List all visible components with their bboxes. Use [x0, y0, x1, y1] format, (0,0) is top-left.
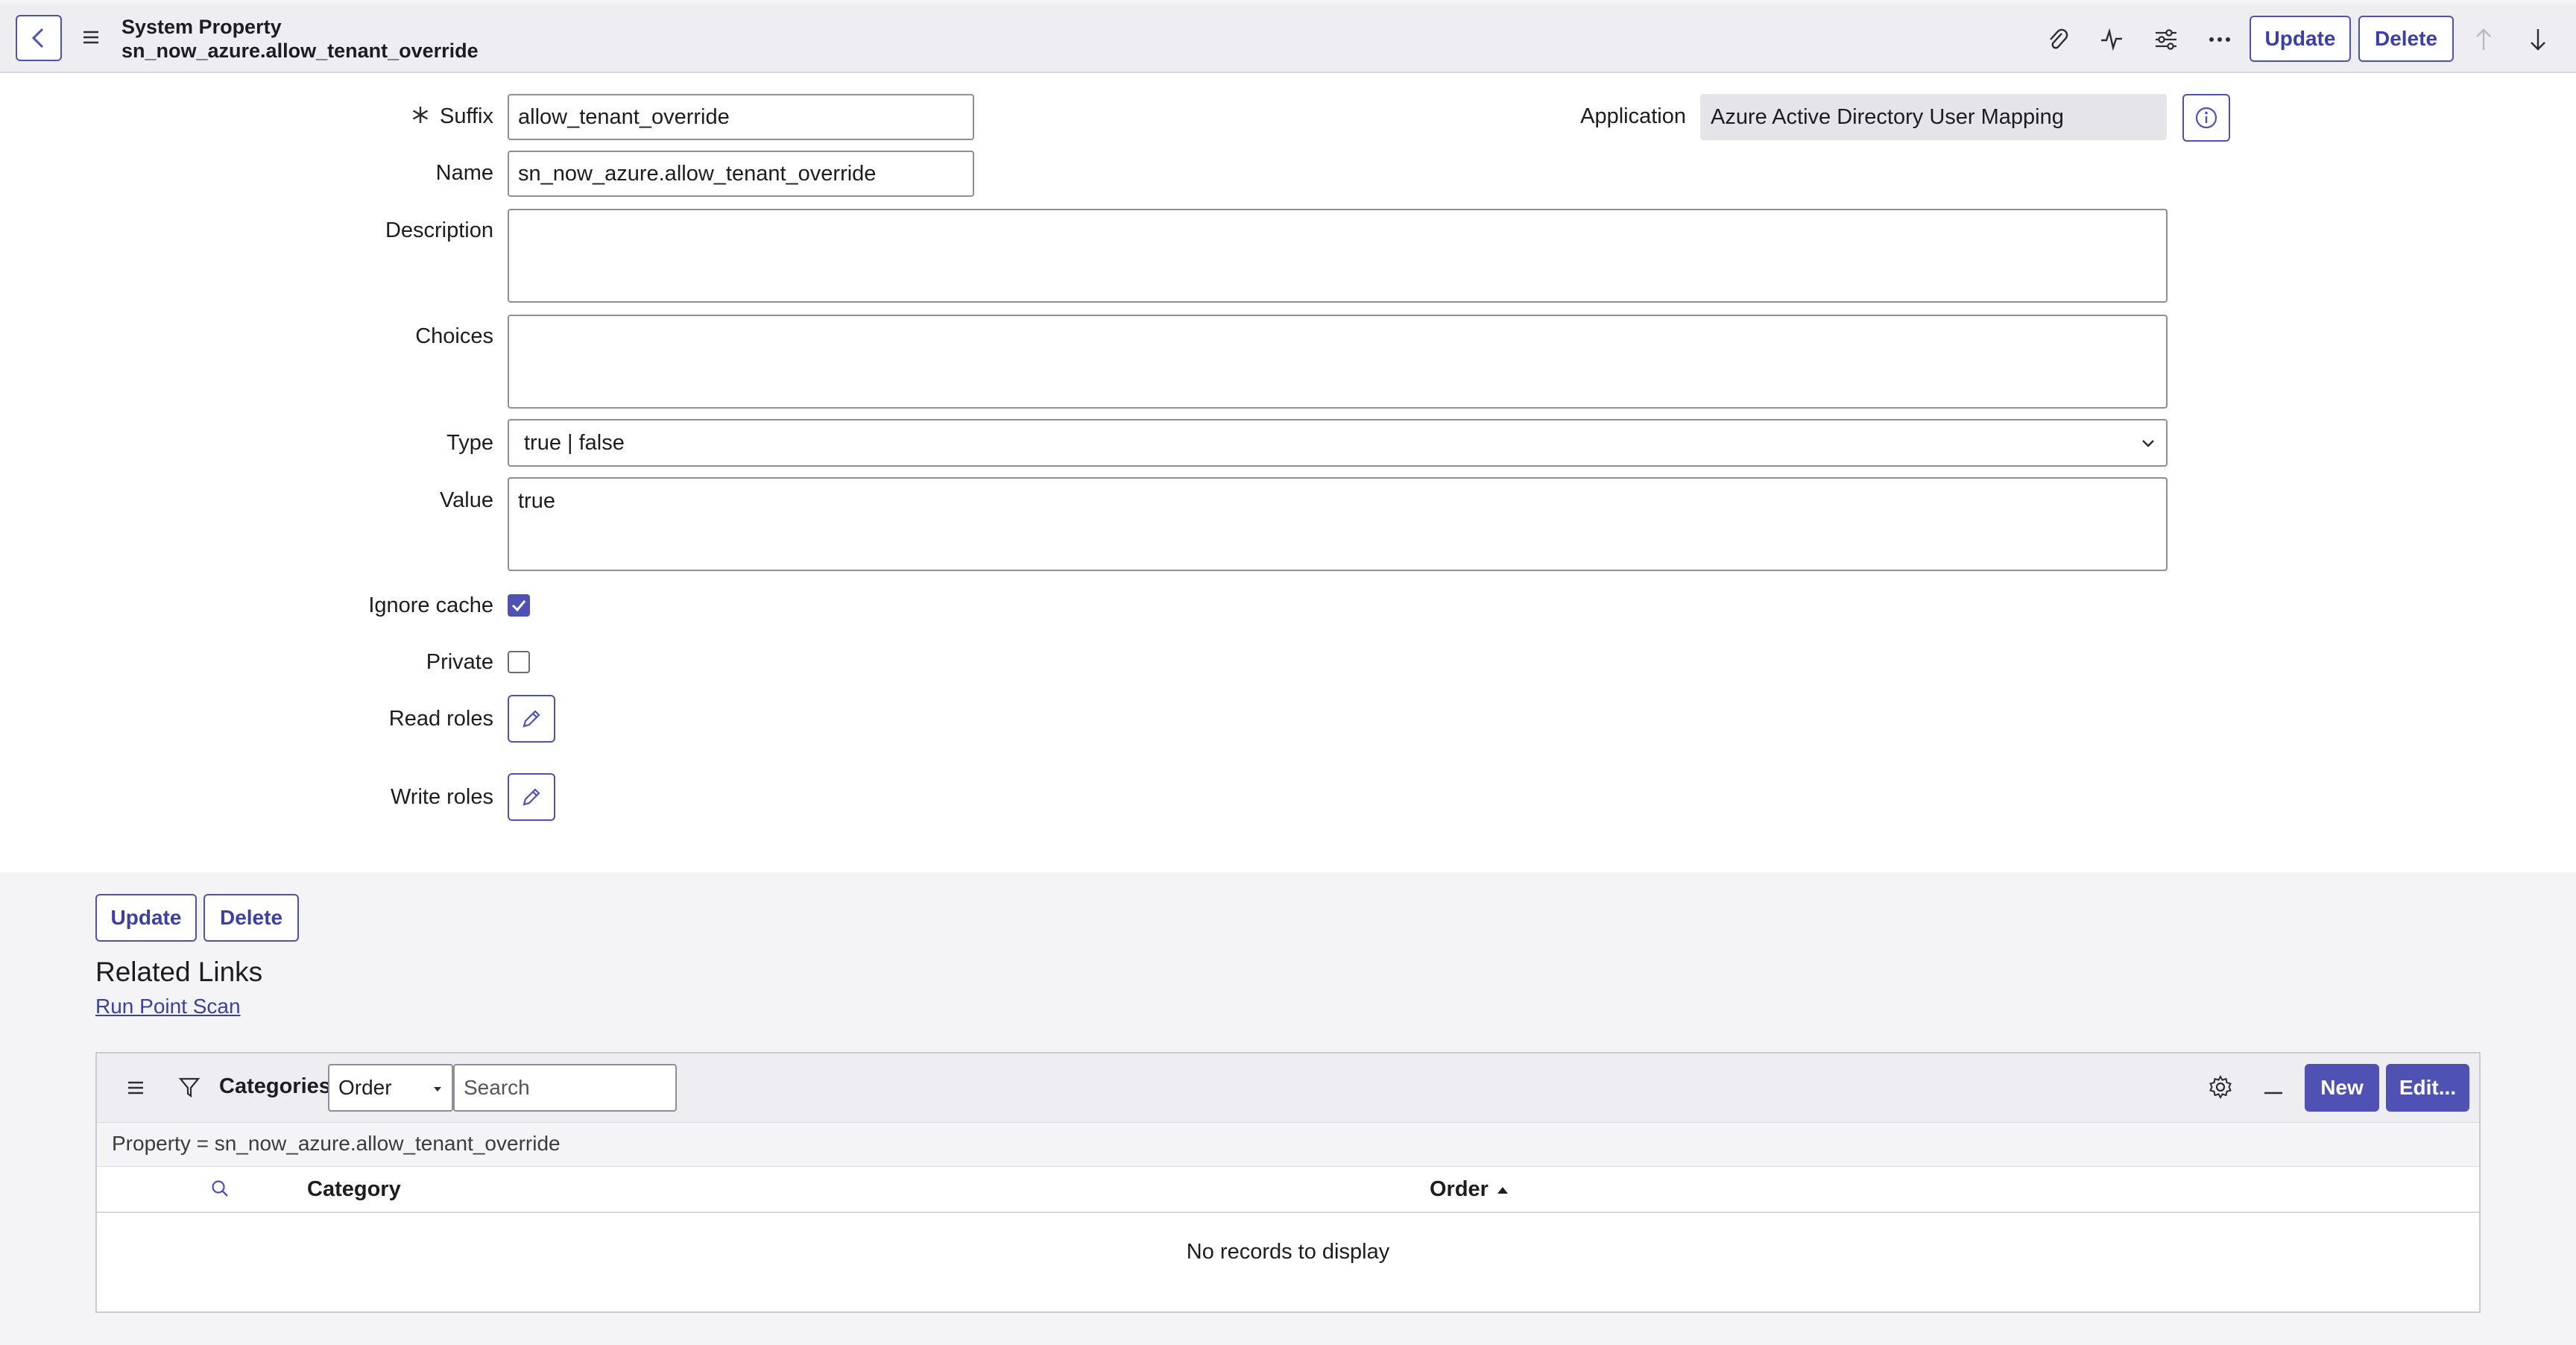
- application-label: Application: [1580, 104, 1686, 128]
- value-label: Value: [439, 488, 493, 512]
- order-header-label: Order: [1430, 1177, 1489, 1201]
- form-header: System Property sn_now_azure.allow_tenan…: [0, 4, 2576, 73]
- update-button[interactable]: Update: [2250, 16, 2351, 62]
- form-body: Suffix allow_tenant_override Application…: [0, 73, 2576, 872]
- column-header-order[interactable]: Order: [1430, 1177, 1509, 1202]
- collapse-icon[interactable]: [2263, 1086, 2284, 1099]
- pencil-icon: [523, 788, 540, 806]
- private-checkbox[interactable]: [508, 651, 530, 673]
- type-selected-value: true | false: [524, 430, 625, 455]
- application-field: Azure Active Directory User Mapping: [1700, 94, 2167, 140]
- page-title: System Property: [121, 16, 282, 38]
- hamburger-menu-icon[interactable]: [82, 30, 100, 48]
- ignore-cache-checkbox[interactable]: [508, 594, 530, 617]
- name-input[interactable]: sn_now_azure.allow_tenant_override: [508, 151, 974, 197]
- back-button[interactable]: [16, 15, 62, 61]
- list-menu-icon[interactable]: [127, 1080, 145, 1099]
- private-label: Private: [426, 650, 493, 674]
- pencil-icon: [523, 710, 540, 728]
- edit-button[interactable]: Edit...: [2386, 1064, 2469, 1112]
- related-links-title: Related Links: [95, 957, 263, 987]
- chevron-left-icon: [31, 28, 44, 48]
- column-header-category[interactable]: Category: [307, 1177, 401, 1202]
- value-textarea[interactable]: true: [508, 477, 2168, 571]
- filter-condition-text[interactable]: Property = sn_now_azure.allow_tenant_ove…: [112, 1132, 561, 1156]
- new-button[interactable]: New: [2305, 1064, 2379, 1112]
- list-header-row: Category Order: [97, 1167, 2479, 1213]
- filter-icon[interactable]: [178, 1076, 201, 1102]
- application-info-button[interactable]: [2182, 94, 2230, 142]
- column-search-icon[interactable]: [210, 1179, 230, 1202]
- list-filter-breadcrumb: Property = sn_now_azure.allow_tenant_ove…: [97, 1122, 2479, 1167]
- bottom-delete-button[interactable]: Delete: [203, 894, 299, 942]
- record-name: sn_now_azure.allow_tenant_override: [121, 40, 479, 62]
- gear-icon[interactable]: [2208, 1074, 2233, 1103]
- read-roles-label: Read roles: [388, 707, 493, 731]
- empty-list-message: No records to display: [1186, 1240, 1390, 1264]
- list-title: Categories: [219, 1074, 331, 1098]
- list-search-input[interactable]: Search: [453, 1064, 677, 1112]
- write-roles-edit-button[interactable]: [508, 773, 555, 821]
- type-label: Type: [446, 431, 493, 455]
- settings-sliders-icon[interactable]: [2153, 27, 2179, 52]
- name-label: Name: [435, 161, 493, 185]
- delete-button[interactable]: Delete: [2358, 16, 2454, 62]
- arrow-up-icon[interactable]: [2471, 27, 2496, 52]
- ignore-cache-label: Ignore cache: [368, 593, 493, 617]
- arrow-down-icon[interactable]: [2525, 27, 2551, 52]
- read-roles-edit-button[interactable]: [508, 695, 555, 743]
- type-select[interactable]: true | false: [508, 419, 2168, 467]
- search-field-select[interactable]: Order: [328, 1064, 453, 1112]
- search-field-value: Order: [338, 1076, 392, 1099]
- choices-textarea[interactable]: [508, 315, 2168, 409]
- description-label: Description: [385, 218, 493, 242]
- activity-icon[interactable]: [2099, 27, 2124, 52]
- categories-related-list: Categories Order Search New Edit... Prop…: [95, 1052, 2481, 1313]
- info-icon: [2195, 107, 2217, 129]
- sort-ascending-icon: [1497, 1186, 1508, 1194]
- choices-label: Choices: [415, 324, 493, 348]
- checkmark-icon: [511, 600, 526, 612]
- bottom-update-button[interactable]: Update: [95, 894, 197, 942]
- chevron-down-icon: [2142, 440, 2154, 447]
- more-options-icon[interactable]: [2207, 27, 2232, 52]
- suffix-label: Suffix: [439, 104, 493, 128]
- list-toolbar: Categories Order Search New Edit...: [97, 1053, 2479, 1122]
- suffix-input[interactable]: allow_tenant_override: [508, 94, 974, 140]
- run-point-scan-link[interactable]: Run Point Scan: [95, 995, 241, 1018]
- description-textarea[interactable]: [508, 209, 2168, 303]
- caret-down-icon: [434, 1087, 441, 1092]
- attachment-icon[interactable]: [2045, 27, 2071, 52]
- write-roles-label: Write roles: [390, 785, 493, 809]
